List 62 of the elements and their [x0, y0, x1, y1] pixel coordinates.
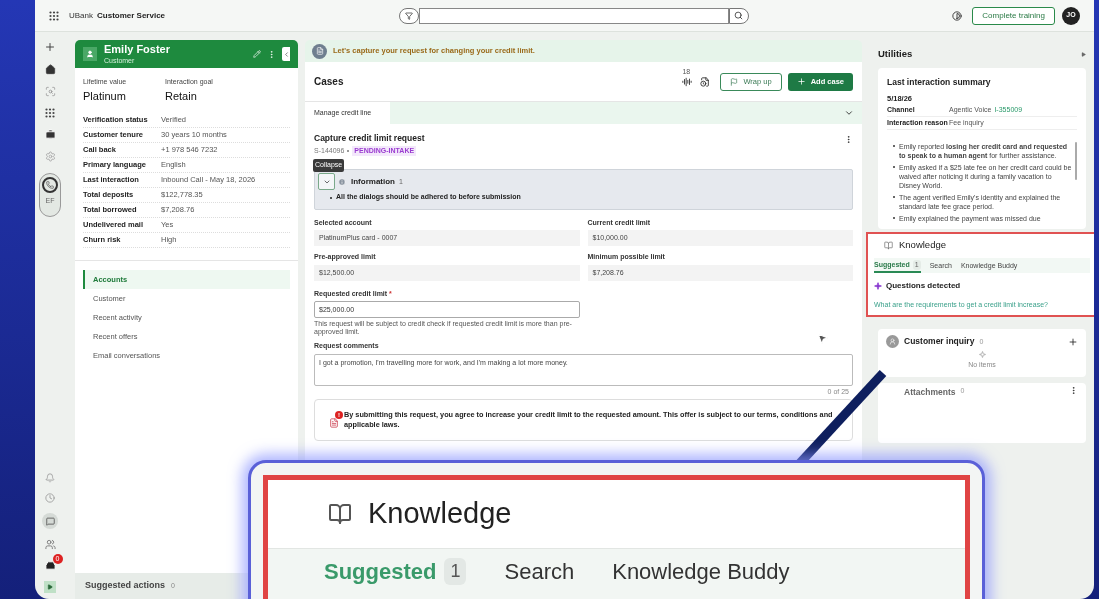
utilities-title: Utilities — [878, 46, 913, 61]
document-icon — [315, 47, 324, 55]
cursor-icon — [816, 332, 829, 345]
chevron-down-icon[interactable] — [844, 108, 854, 118]
highlight-value: Platinum — [83, 88, 127, 104]
expand-utilities-icon[interactable] — [1081, 51, 1086, 57]
more-icon[interactable] — [267, 49, 276, 59]
attachments-menu-icon[interactable] — [1069, 385, 1078, 395]
app-launcher-icon[interactable] — [49, 10, 59, 21]
inbox-icon[interactable] — [44, 560, 56, 571]
case-title: Capture credit limit request — [314, 132, 425, 145]
add-inquiry-icon[interactable] — [1068, 336, 1078, 347]
knowledge-title: Knowledge — [899, 238, 946, 252]
play-icon — [47, 584, 53, 590]
knowledge-tab[interactable]: Knowledge Buddy — [612, 555, 790, 588]
chat-icon — [45, 516, 55, 526]
summary-title: Last interaction summary — [887, 76, 992, 89]
home-icon[interactable] — [44, 64, 56, 75]
search-icon — [734, 11, 744, 20]
search-button[interactable] — [728, 7, 749, 24]
customer-avatar-icon — [86, 50, 94, 58]
complete-training-button[interactable]: Complete training — [972, 6, 1055, 25]
edit-icon[interactable] — [253, 50, 261, 58]
knowledge-tab[interactable]: Search — [504, 555, 575, 588]
info-icon — [338, 177, 346, 186]
flag-icon — [730, 77, 739, 86]
filter-icon — [404, 11, 413, 20]
notice-icon — [329, 418, 339, 429]
filter-button[interactable] — [398, 7, 419, 24]
file-clock-icon[interactable] — [700, 76, 711, 87]
case-menu-icon[interactable] — [844, 135, 853, 144]
apps-icon[interactable] — [45, 108, 55, 118]
briefcase-icon[interactable] — [44, 129, 56, 140]
scrollbar — [1075, 142, 1077, 180]
phone-icon — [46, 181, 54, 189]
customer-name: Emily Foster — [104, 44, 171, 55]
contrast-icon[interactable] — [952, 10, 963, 21]
knowledge-tab[interactable]: Suggested 1 — [324, 555, 467, 588]
person-icon — [889, 338, 896, 346]
knowledge-title: Knowledge — [368, 496, 512, 532]
information-title: Information — [351, 175, 395, 188]
app-title: Customer Service — [97, 9, 166, 22]
chat-button[interactable] — [42, 513, 58, 529]
chevron-left-icon — [282, 50, 290, 58]
brand-name: UBank — [69, 9, 93, 22]
users-icon[interactable] — [44, 539, 56, 550]
empty-sparkle-icon — [978, 351, 986, 359]
audio-icon[interactable] — [682, 76, 693, 87]
cases-title: Cases — [314, 75, 344, 89]
book-icon — [328, 502, 352, 526]
plus-icon — [796, 77, 806, 86]
inquiry-title: Customer inquiry — [904, 335, 975, 349]
collapse-panel-button[interactable] — [282, 47, 290, 61]
attachments-title: Attachments — [904, 385, 956, 399]
suggested-actions-title: Suggested actions — [85, 579, 165, 593]
collapse-button[interactable] — [318, 173, 335, 191]
questions-title: Questions detected — [886, 280, 961, 293]
book-icon — [884, 240, 893, 250]
search-field[interactable] — [418, 7, 729, 24]
expand-button[interactable] — [44, 581, 56, 593]
add-icon[interactable] — [44, 41, 56, 53]
highlight-value: Retain — [165, 88, 198, 104]
